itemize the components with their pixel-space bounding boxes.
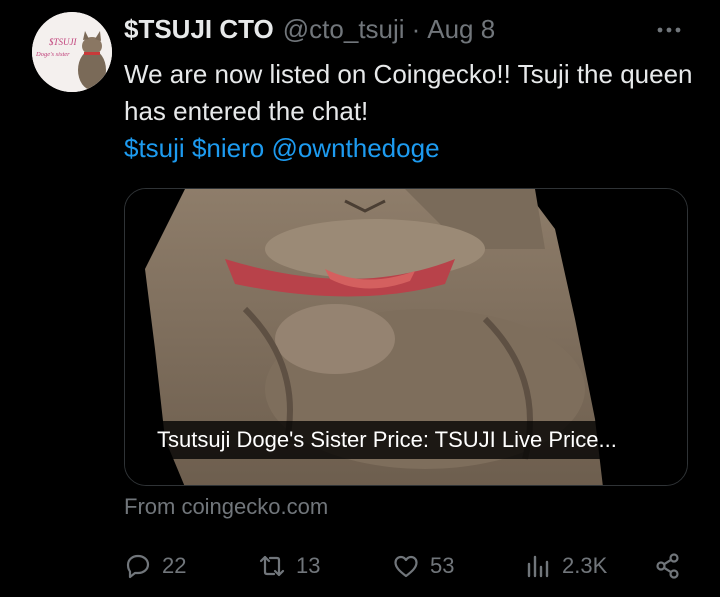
card-source[interactable]: From coingecko.com: [124, 494, 328, 520]
tweet-date[interactable]: Aug 8: [427, 14, 495, 45]
reply-button[interactable]: 22: [124, 548, 186, 584]
repost-icon: [259, 555, 285, 577]
reply-icon: [126, 554, 150, 579]
avatar-text-1: $TSUJI: [49, 37, 77, 47]
tweet-text: We are now listed on Coingecko!! Tsuji t…: [124, 59, 693, 126]
views-button[interactable]: 2.3K: [524, 548, 607, 584]
more-icon[interactable]: [654, 20, 684, 40]
repost-button[interactable]: 13: [258, 548, 320, 584]
views-count: 2.3K: [562, 553, 608, 578]
views-icon: [527, 555, 549, 578]
tweet-hashtags: $tsuji $niero @ownthedoge: [124, 130, 440, 167]
card-title: Tsutsuji Doge's Sister Price: TSUJI Live…: [145, 421, 629, 459]
tweet-actions: 22 13 53 2.3K: [124, 548, 690, 584]
cashtag-tsuji[interactable]: $tsuji: [124, 133, 185, 163]
avatar[interactable]: $TSUJI Doge's sister: [32, 12, 112, 92]
share-icon: [656, 553, 679, 579]
like-count: 53: [430, 553, 455, 578]
tweet-header: $TSUJI CTO @cto_tsuji · Aug 8: [124, 12, 495, 46]
separator-dot: ·: [411, 13, 421, 44]
avatar-image: $TSUJI Doge's sister: [32, 12, 112, 92]
like-button[interactable]: 53: [392, 548, 454, 584]
display-name[interactable]: $TSUJI CTO: [124, 14, 274, 45]
reply-count: 22: [162, 553, 187, 578]
link-card[interactable]: Tsutsuji Doge's Sister Price: TSUJI Live…: [124, 188, 688, 486]
heart-icon: [394, 555, 418, 578]
repost-count: 13: [296, 553, 321, 578]
share-button[interactable]: [654, 548, 682, 584]
avatar-text-2: Doge's sister: [35, 51, 70, 58]
user-handle[interactable]: @cto_tsuji: [283, 14, 405, 45]
cashtag-niero[interactable]: $niero: [192, 133, 264, 163]
mention-ownthedoge[interactable]: @ownthedoge: [271, 133, 439, 163]
